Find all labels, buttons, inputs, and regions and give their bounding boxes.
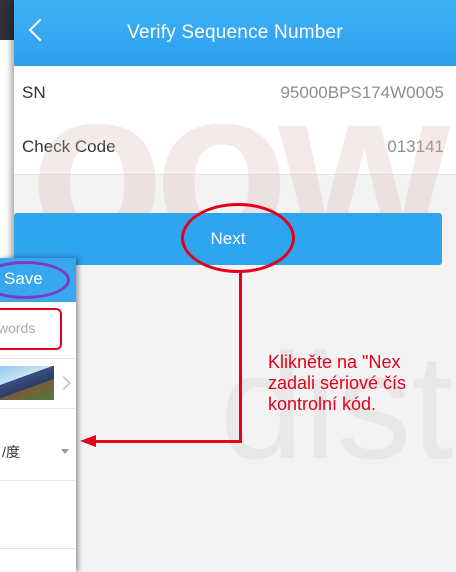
next-highlight-circle (181, 203, 295, 273)
check-code-row: Check Code 013141 (14, 120, 456, 175)
name-input[interactable]: words (0, 308, 62, 350)
divider (0, 480, 76, 481)
verify-screen: Verify Sequence Number SN 95000BPS174W00… (14, 0, 456, 572)
dropdown-caret-icon[interactable] (61, 449, 69, 454)
solar-panel-image (0, 366, 54, 400)
annotation-arrow-icon (80, 435, 96, 447)
overlay-screenshot: Save words /度 (0, 258, 76, 572)
annotation-line-horizontal (95, 440, 242, 443)
annotation-line-vertical (239, 272, 242, 442)
sn-value: 95000BPS174W0005 (280, 83, 444, 102)
header-bar: Verify Sequence Number (14, 0, 456, 66)
save-button[interactable]: Save (4, 269, 43, 289)
sn-row: SN 95000BPS174W0005 (14, 66, 456, 121)
check-code-value: 013141 (387, 137, 444, 156)
unit-select[interactable]: /度 (2, 442, 20, 462)
page-title: Verify Sequence Number (127, 22, 343, 43)
name-input-placeholder: words (0, 320, 36, 336)
check-code-label: Check Code (22, 137, 116, 156)
divider (0, 358, 76, 359)
chevron-right-icon[interactable] (56, 375, 72, 391)
divider (0, 548, 76, 549)
annotation-text: Klikněte na "Nex zadali sériové čís kont… (268, 352, 407, 414)
sn-label: SN (22, 83, 46, 102)
divider (0, 408, 76, 409)
